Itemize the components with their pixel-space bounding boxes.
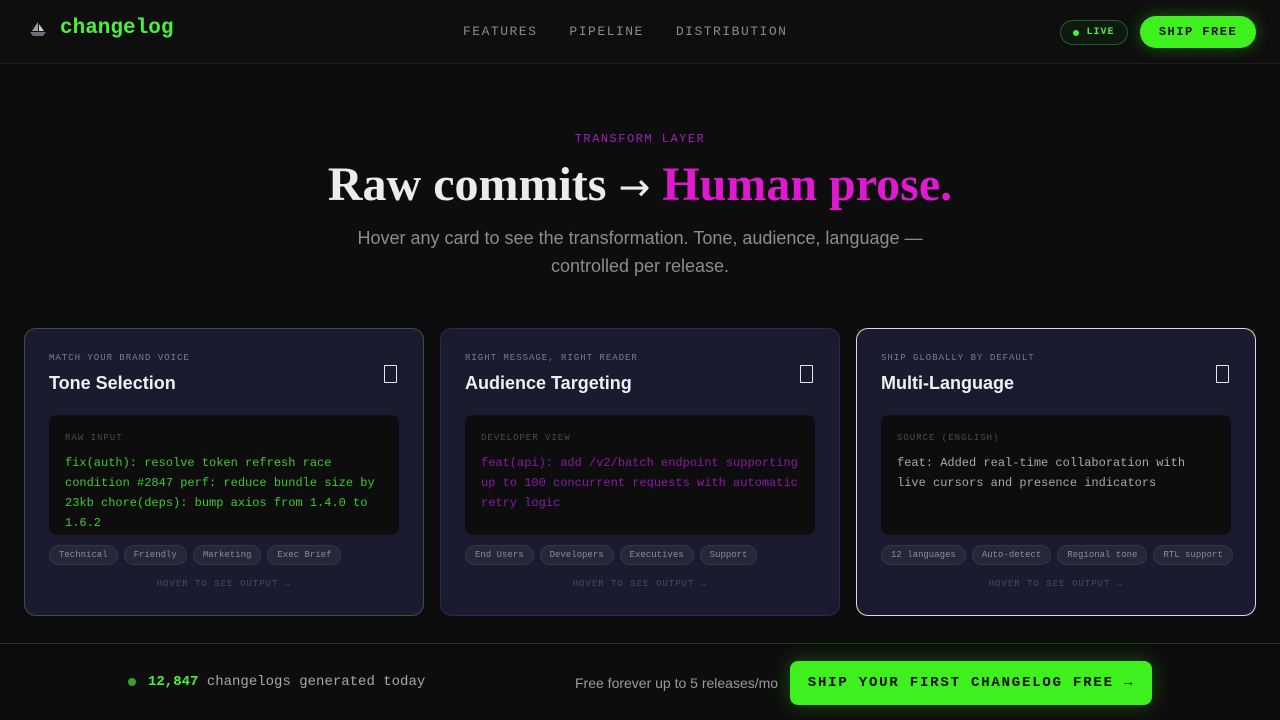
chip-end-users[interactable]: End Users [465,545,534,565]
live-label: LIVE [1086,27,1115,38]
chip-executives[interactable]: Executives [619,545,694,565]
code-text: fix(auth): resolve token refresh race co… [65,456,375,530]
code-label: SOURCE (ENGLISH) [897,433,1000,443]
code-label: RAW INPUT [65,433,123,443]
card-title: Multi-Language [881,373,1014,393]
chip-row: Technical Friendly Marketing Exec Brief [49,545,342,565]
stat-number: 12,847 [148,674,199,690]
chip-row: End Users Developers Executives Support [465,545,758,565]
chip-developers[interactable]: Developers [539,545,614,565]
status-dot-icon [128,678,136,686]
logo[interactable]: changelog [28,17,173,40]
bottom-cta-bar: 12,847 changelogs generated today Free f… [0,643,1280,720]
ship-free-button[interactable]: SHIP FREE [1140,16,1256,48]
stat-text: changelogs generated today [206,674,426,690]
chip-row: 12 languages Auto-detect Regional tone R… [881,545,1233,565]
ship-first-changelog-button[interactable]: SHIP YOUR FIRST CHANGELOG FREE → [790,661,1152,705]
top-nav: changelog FEATURES PIPELINE DISTRIBUTION… [0,0,1280,64]
live-dot-icon [1073,29,1080,36]
code-box: RAW INPUT fix(auth): resolve token refre… [49,415,399,535]
nav-link-distribution[interactable]: DISTRIBUTION [676,24,788,39]
card-kicker: RIGHT MESSAGE, RIGHT READER [465,353,638,363]
chip-rtl-support[interactable]: RTL support [1153,545,1233,565]
code-text: feat(api): add /v2/batch endpoint suppor… [481,456,798,510]
document-icon [800,365,813,383]
code-box: SOURCE (ENGLISH) feat: Added real-time c… [881,415,1231,535]
chip-12-languages[interactable]: 12 languages [881,545,966,565]
card-audience-targeting[interactable]: RIGHT MESSAGE, RIGHT READER Audience Tar… [440,328,840,616]
hover-hint: HOVER TO SEE OUTPUT → [572,579,708,589]
nav-link-features[interactable]: FEATURES [463,24,537,39]
hero-subtitle: Hover any card to see the transformation… [357,228,923,276]
free-plan-note: Free forever up to 5 releases/mo [575,675,779,691]
chip-marketing[interactable]: Marketing [192,545,262,565]
chip-auto-detect[interactable]: Auto-detect [971,545,1052,565]
hover-hint: HOVER TO SEE OUTPUT → [156,579,292,589]
hero-eyebrow: TRANSFORM LAYER [574,132,706,146]
chip-exec-brief[interactable]: Exec Brief [267,545,342,565]
card-tone-selection[interactable]: MATCH YOUR BRAND VOICE Tone Selection RA… [24,328,424,616]
chip-regional-tone[interactable]: Regional tone [1057,545,1148,565]
card-title: Tone Selection [49,373,176,393]
nav-link-pipeline[interactable]: PIPELINE [569,24,643,39]
headline-part-a: Raw commits [327,158,607,211]
nav-links: FEATURES PIPELINE DISTRIBUTION [463,24,787,39]
code-label: DEVELOPER VIEW [481,433,571,443]
chip-friendly[interactable]: Friendly [123,545,187,565]
headline-part-b: Human prose. [662,158,953,211]
card-title: Audience Targeting [465,373,632,393]
card-multi-language[interactable]: SHIP GLOBALLY BY DEFAULT Multi-Language … [856,328,1256,616]
ship-icon [30,21,46,36]
chip-support[interactable]: Support [699,545,758,565]
hero-headline: Raw commits → Human prose. [0,156,1280,216]
hover-hint: HOVER TO SEE OUTPUT → [988,579,1124,589]
code-box: DEVELOPER VIEW feat(api): add /v2/batch … [465,415,815,535]
logo-text: changelog [60,17,174,40]
code-text: feat: Added real-time collaboration with… [897,456,1186,490]
document-icon [1216,365,1229,383]
live-badge: LIVE [1060,20,1128,45]
card-kicker: MATCH YOUR BRAND VOICE [49,353,190,363]
arrow-right-icon: → [618,165,651,209]
chip-technical[interactable]: Technical [49,545,118,565]
generated-today-stat: 12,847 changelogs generated today [128,674,425,690]
document-icon [384,365,397,383]
card-kicker: SHIP GLOBALLY BY DEFAULT [881,353,1035,363]
